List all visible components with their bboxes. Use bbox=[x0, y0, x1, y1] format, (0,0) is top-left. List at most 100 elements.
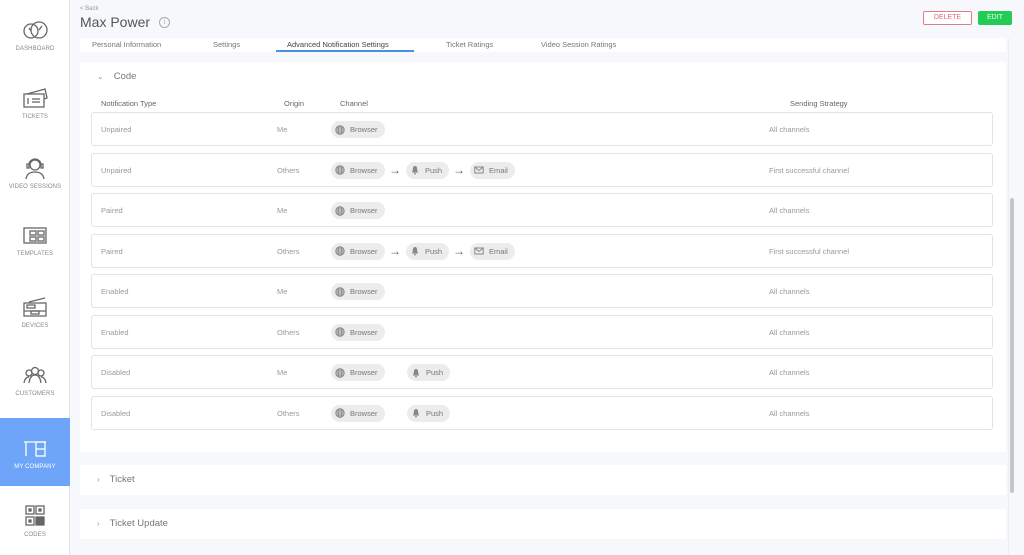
section-ticket-header[interactable]: › Ticket bbox=[97, 474, 135, 485]
tickets-icon bbox=[20, 85, 50, 111]
channel-chip-browser: Browser bbox=[331, 404, 385, 422]
sidebar-item-my-company[interactable]: My Company bbox=[0, 418, 70, 486]
origin: Me bbox=[277, 125, 288, 134]
notification-type: Unpaired bbox=[101, 125, 132, 134]
origin: Me bbox=[277, 287, 288, 296]
globe-icon bbox=[335, 205, 350, 216]
channel-chip-browser: Browser bbox=[331, 161, 385, 179]
desk-icon bbox=[20, 435, 50, 461]
scrollbar[interactable] bbox=[1008, 38, 1016, 555]
sending-strategy: All channels bbox=[769, 125, 810, 134]
channel-chip-browser: Browser bbox=[331, 121, 385, 138]
arrow-right-icon: → bbox=[389, 243, 401, 258]
section-ticket: › Ticket bbox=[80, 465, 1006, 495]
sidebar-item-customers[interactable]: Customers bbox=[0, 345, 70, 413]
customers-icon bbox=[20, 362, 50, 388]
channel-label: Email bbox=[489, 165, 508, 175]
channel-chip-browser: Browser bbox=[331, 202, 385, 219]
edit-button[interactable]: EDIT bbox=[978, 11, 1012, 25]
channel-chip-browser: Browser bbox=[331, 323, 385, 341]
channel-chip-browser: Browser bbox=[331, 242, 385, 260]
globe-icon bbox=[335, 165, 350, 175]
origin: Me bbox=[277, 206, 288, 215]
origin: Others bbox=[277, 246, 300, 256]
channel-label: Browser bbox=[350, 327, 378, 337]
channel-label: Browser bbox=[350, 206, 378, 215]
sending-strategy: All channels bbox=[769, 206, 810, 215]
sidebar-item-templates[interactable]: Templates bbox=[0, 205, 70, 273]
bell-icon bbox=[410, 165, 425, 175]
tab-bar: Personal Information Settings Advanced N… bbox=[80, 38, 1006, 52]
column-header-sending-strategy: Sending Strategy bbox=[790, 99, 848, 108]
channel-label: Browser bbox=[350, 408, 378, 418]
sidebar-item-video-sessions[interactable]: Video Sessions bbox=[0, 138, 70, 206]
sending-strategy: First successful channel bbox=[769, 246, 850, 256]
channel-label: Push bbox=[425, 165, 443, 175]
info-icon[interactable]: i bbox=[159, 17, 170, 28]
notification-type: Paired bbox=[101, 206, 123, 215]
sending-strategy: All channels bbox=[769, 287, 810, 296]
table-row[interactable]: Paired Me All channels Browser bbox=[91, 193, 993, 227]
sidebar-label: Devices bbox=[21, 322, 49, 329]
globe-icon bbox=[335, 246, 350, 256]
channel-chip-browser: Browser bbox=[331, 283, 385, 300]
globe-icon bbox=[335, 124, 350, 135]
headset-agent-icon bbox=[20, 155, 50, 181]
section-title: Ticket Update bbox=[109, 518, 168, 529]
table-row[interactable]: Disabled Others All channels Browser Push bbox=[91, 395, 993, 430]
section-ticket-update-header[interactable]: › Ticket Update bbox=[97, 518, 168, 529]
table-row[interactable]: Disabled Me All channels Browser Push bbox=[91, 355, 993, 389]
active-tab-indicator bbox=[276, 50, 414, 52]
channel-label: Push bbox=[426, 408, 444, 418]
channel-chip-email: Email bbox=[470, 242, 515, 260]
sidebar-item-dashboard[interactable]: Dashboard bbox=[0, 0, 70, 68]
table-row[interactable]: Unpaired Others First successful channel Br… bbox=[91, 152, 993, 187]
section-title: Ticket bbox=[109, 474, 135, 485]
channel-label: Browser bbox=[350, 246, 378, 256]
sidebar: Dashboard Tickets Video Sessions Templat… bbox=[0, 0, 70, 555]
scrollbar-thumb[interactable] bbox=[1010, 198, 1014, 493]
tab-personal-information[interactable]: Personal Information bbox=[92, 40, 161, 52]
sidebar-item-codes[interactable]: Codes bbox=[0, 486, 70, 554]
sidebar-item-devices[interactable]: Devices bbox=[0, 277, 70, 345]
sidebar-label: Customers bbox=[15, 390, 55, 397]
notification-type: Enabled bbox=[101, 287, 129, 296]
globe-icon bbox=[335, 408, 350, 418]
sidebar-label: My Company bbox=[14, 463, 56, 470]
channel-chip-browser: Browser bbox=[331, 364, 385, 381]
envelope-icon bbox=[474, 246, 489, 256]
section-ticket-update: › Ticket Update bbox=[80, 509, 1006, 539]
channel-label: Browser bbox=[350, 165, 378, 175]
device-icon bbox=[20, 294, 50, 320]
qr-code-icon bbox=[20, 503, 50, 529]
sidebar-label: Video Sessions bbox=[8, 183, 62, 190]
table-row[interactable]: Enabled Others All channels Browser bbox=[91, 314, 993, 349]
chevron-right-icon: › bbox=[97, 519, 100, 528]
column-header-channel: Channel bbox=[340, 99, 368, 108]
tab-ticket-ratings[interactable]: Ticket Ratings bbox=[446, 40, 493, 52]
sending-strategy: All channels bbox=[769, 368, 810, 377]
tab-video-session-ratings[interactable]: Video Session Ratings bbox=[541, 40, 616, 52]
column-header-origin: Origin bbox=[284, 99, 305, 108]
delete-button[interactable]: DELETE bbox=[923, 11, 972, 25]
envelope-icon bbox=[474, 165, 489, 175]
section-code-header[interactable]: ⌄ Code bbox=[97, 71, 136, 82]
channel-chip-email: Email bbox=[470, 161, 515, 179]
page-header: < Back Max Power i DELETE EDIT bbox=[70, 0, 1024, 38]
table-row[interactable]: Paired Others First successful channel Brow… bbox=[91, 233, 993, 268]
tab-settings[interactable]: Settings bbox=[213, 40, 240, 52]
sidebar-item-tickets[interactable]: Tickets bbox=[0, 68, 70, 136]
chevron-down-icon: ⌄ bbox=[97, 72, 104, 81]
column-header-notification-type: Notification Type bbox=[101, 99, 157, 108]
channel-chip-push: Push bbox=[406, 242, 450, 260]
arrow-right-icon: → bbox=[389, 162, 401, 177]
notification-type: Disabled bbox=[101, 408, 131, 418]
back-link[interactable]: < Back bbox=[80, 6, 99, 12]
channel-chip-push: Push bbox=[407, 364, 451, 381]
sending-strategy: All channels bbox=[769, 408, 810, 418]
section-code: ⌄ Code Notification Type Origin Channel S… bbox=[80, 62, 1006, 452]
table-row[interactable]: Unpaired Me All channels Browser bbox=[91, 112, 993, 146]
origin: Me bbox=[277, 368, 288, 377]
table-row[interactable]: Enabled Me All channels Browser bbox=[91, 274, 993, 308]
channel-label: Push bbox=[426, 368, 444, 377]
